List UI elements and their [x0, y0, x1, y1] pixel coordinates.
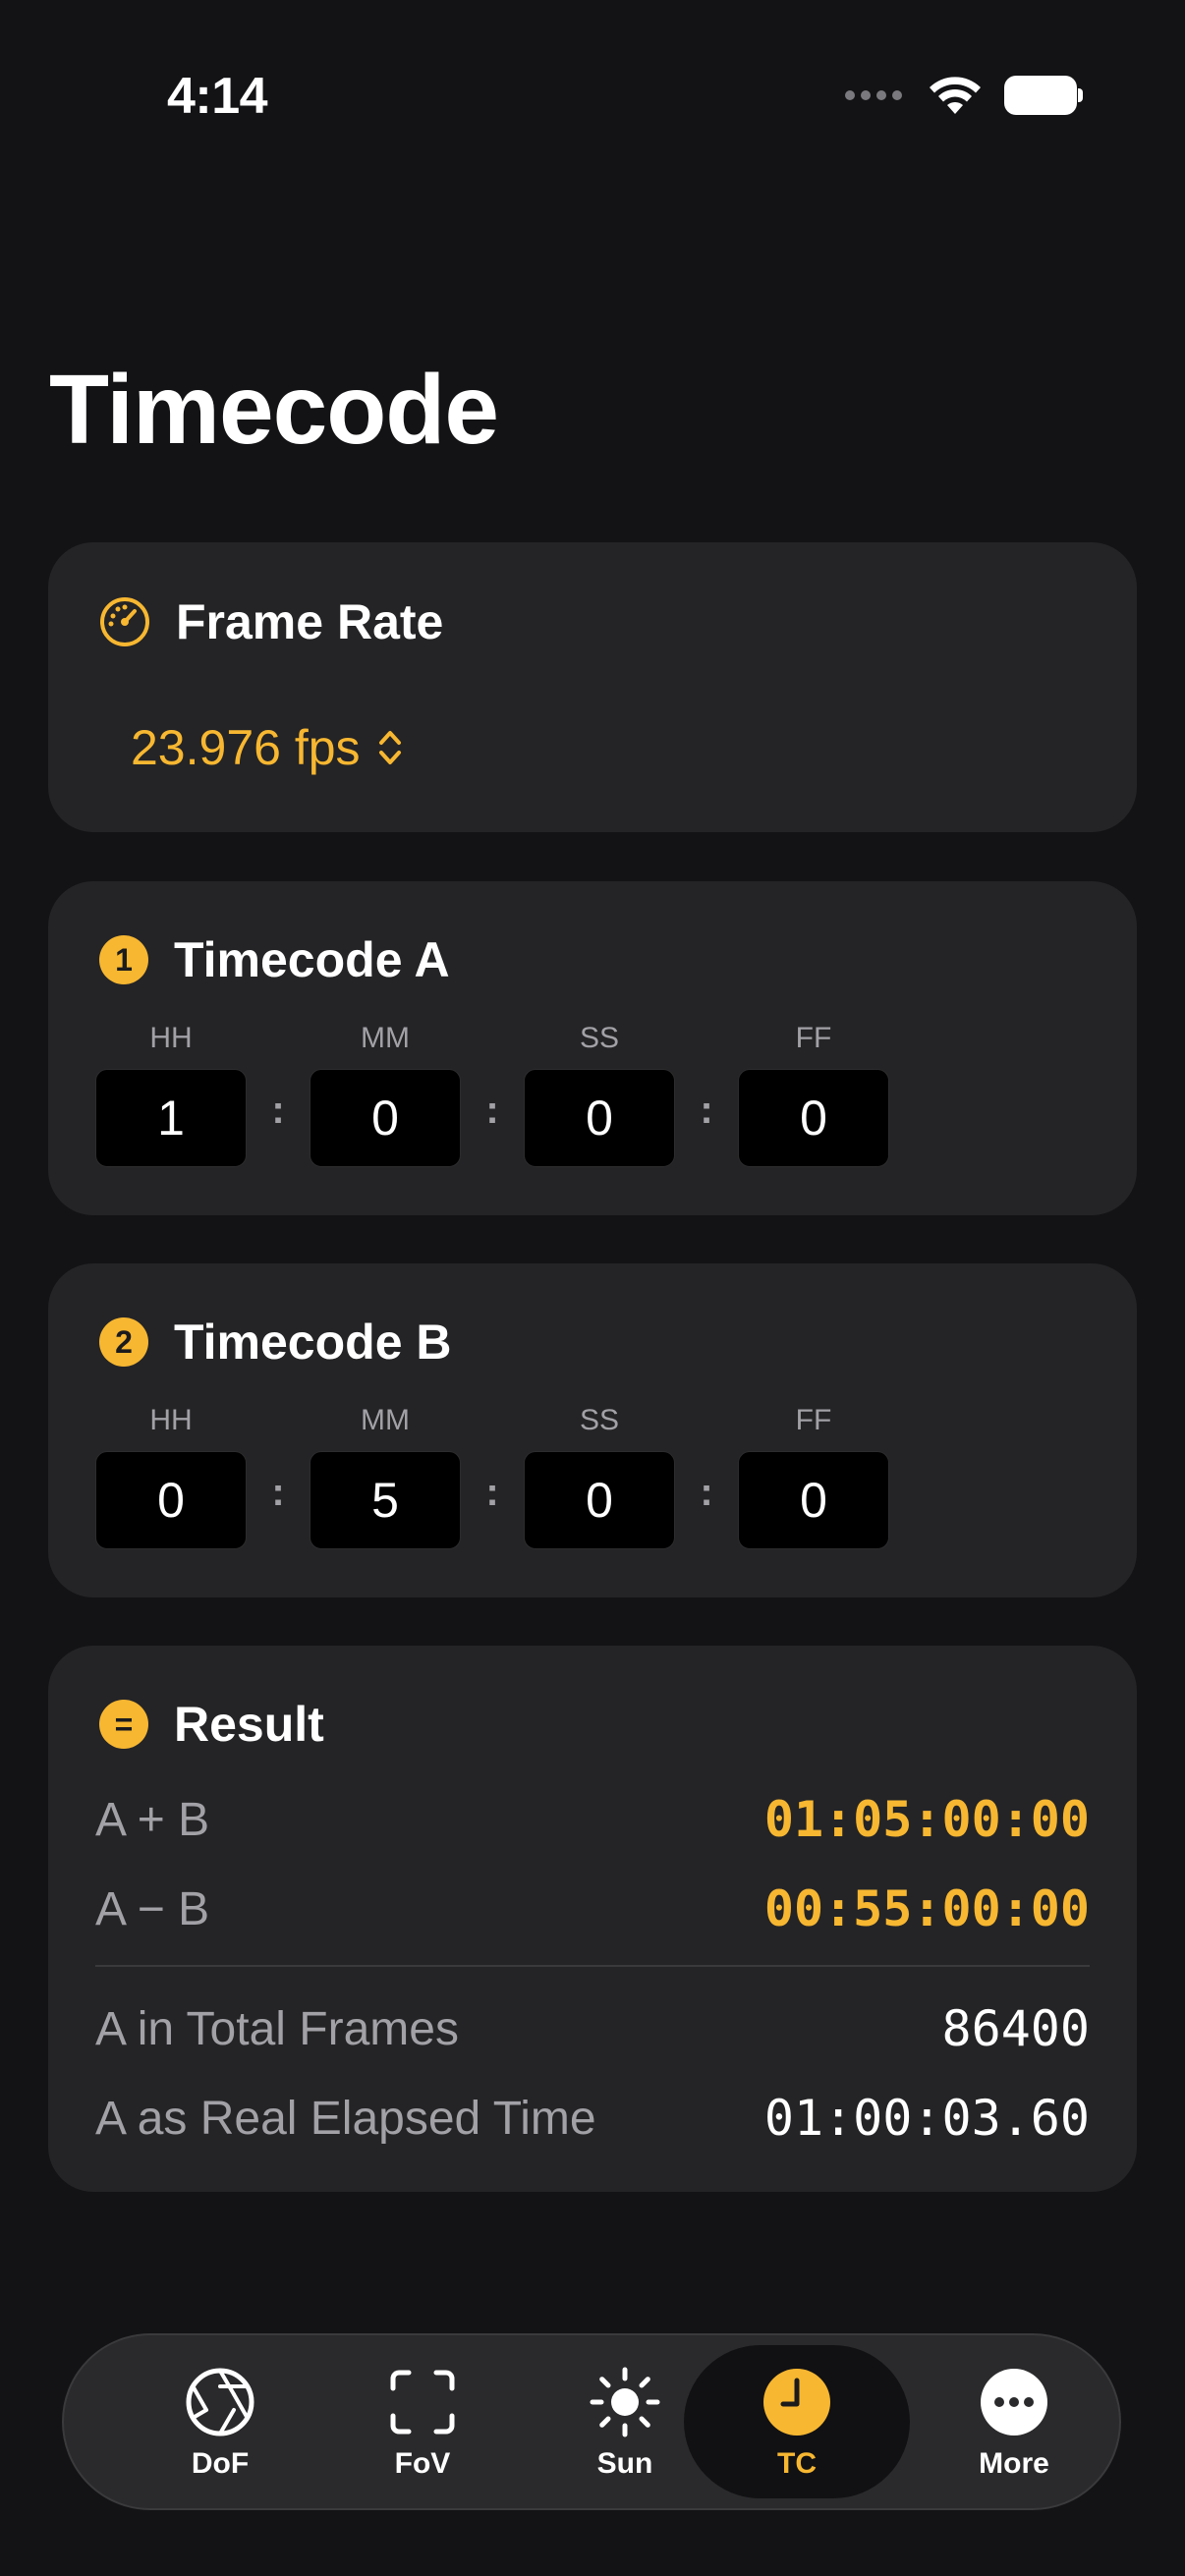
- result-card: = Result A + B 01:05:00:00 A − B 00:55:0…: [48, 1646, 1137, 2192]
- tab-label: DoF: [191, 2447, 250, 2480]
- sun-icon: [590, 2367, 660, 2437]
- gauge-icon: [100, 597, 149, 646]
- number-one-badge-icon: 1: [99, 935, 148, 984]
- tab-bar: DoF FoV Sun TC More: [62, 2333, 1121, 2510]
- result-label: A as Real Elapsed Time: [95, 2092, 596, 2145]
- timecode-b-mm-input[interactable]: 5: [310, 1451, 461, 1549]
- timecode-b-ss: SS 0: [524, 1404, 675, 1549]
- tab-fov[interactable]: FoV: [321, 2345, 524, 2498]
- cellular-signal-icon: [845, 90, 902, 100]
- timecode-a-ss-input[interactable]: 0: [524, 1069, 675, 1167]
- tab-label: More: [979, 2447, 1049, 2480]
- tab-more[interactable]: More: [913, 2345, 1115, 2498]
- timecode-b-hh: HH 0: [95, 1404, 247, 1549]
- result-value: 00:55:00:00: [763, 1880, 1090, 1937]
- field-label: HH: [149, 1022, 193, 1054]
- frame-rate-value: 23.976 fps: [131, 720, 361, 775]
- timecode-b-mm: MM 5: [310, 1404, 461, 1549]
- timecode-a-ff: FF 0: [738, 1022, 889, 1167]
- battery-icon: [1004, 76, 1083, 115]
- frame-rate-picker[interactable]: 23.976 fps: [131, 719, 404, 776]
- timecode-b-ss-input[interactable]: 0: [524, 1451, 675, 1549]
- separator: :: [271, 1088, 285, 1132]
- result-row-total-frames: A in Total Frames 86400: [95, 2000, 1090, 2057]
- timecode-a-header: 1 Timecode A: [99, 931, 450, 988]
- timecode-b-hh-input[interactable]: 0: [95, 1451, 247, 1549]
- result-header: = Result: [99, 1696, 324, 1753]
- field-label: SS: [579, 1022, 620, 1054]
- result-row-elapsed-time: A as Real Elapsed Time 01:00:03.60: [95, 2090, 1090, 2147]
- timecode-a-ff-input[interactable]: 0: [738, 1069, 889, 1167]
- number-two-badge-icon: 2: [99, 1317, 148, 1367]
- separator: :: [700, 1088, 713, 1132]
- tab-label: FoV: [394, 2447, 451, 2480]
- timecode-a-mm: MM 0: [310, 1022, 461, 1167]
- field-label: SS: [579, 1404, 620, 1436]
- field-label: FF: [795, 1022, 832, 1054]
- chevron-up-down-icon: [378, 731, 401, 764]
- tab-tc[interactable]: TC: [684, 2345, 910, 2498]
- timecode-b-ff-input[interactable]: 0: [738, 1451, 889, 1549]
- result-value: 01:05:00:00: [763, 1791, 1090, 1848]
- clock-icon: [763, 2369, 830, 2436]
- timecode-a-hh-input[interactable]: 1: [95, 1069, 247, 1167]
- timecode-a-ss: SS 0: [524, 1022, 675, 1167]
- result-divider: [95, 1965, 1090, 1967]
- timecode-b-card: 2 Timecode B HH 0 : MM 5 : SS 0 : FF 0: [48, 1263, 1137, 1597]
- result-row-sum: A + B 01:05:00:00: [95, 1791, 1090, 1848]
- wifi-icon: [930, 77, 981, 114]
- result-value: 01:00:03.60: [763, 2090, 1090, 2147]
- separator: :: [700, 1470, 713, 1514]
- field-label: HH: [149, 1404, 193, 1436]
- timecode-a-mm-input[interactable]: 0: [310, 1069, 461, 1167]
- separator: :: [485, 1470, 499, 1514]
- frame-rate-title: Frame Rate: [176, 594, 444, 649]
- frame-rate-header: Frame Rate: [99, 593, 443, 650]
- timecode-a-title: Timecode A: [174, 932, 450, 987]
- ellipsis-icon: [981, 2369, 1047, 2436]
- timecode-b-fields: HH 0 : MM 5 : SS 0 : FF 0: [95, 1404, 889, 1549]
- frame-rate-card: Frame Rate 23.976 fps: [48, 542, 1137, 832]
- field-label: MM: [361, 1404, 410, 1436]
- result-value: 86400: [941, 2000, 1090, 2057]
- status-icons: [845, 71, 1083, 120]
- result-row-difference: A − B 00:55:00:00: [95, 1880, 1090, 1937]
- timecode-a-fields: HH 1 : MM 0 : SS 0 : FF 0: [95, 1022, 889, 1167]
- result-label: A in Total Frames: [95, 2002, 459, 2055]
- result-label: A + B: [95, 1793, 210, 1846]
- tab-dof[interactable]: DoF: [119, 2345, 321, 2498]
- separator: :: [271, 1470, 285, 1514]
- timecode-b-title: Timecode B: [174, 1315, 452, 1370]
- separator: :: [485, 1088, 499, 1132]
- aperture-icon: [186, 2368, 254, 2436]
- equals-badge-icon: =: [99, 1700, 148, 1749]
- result-label: A − B: [95, 1882, 210, 1935]
- timecode-a-card: 1 Timecode A HH 1 : MM 0 : SS 0 : FF 0: [48, 881, 1137, 1215]
- page-title: Timecode: [49, 355, 499, 465]
- viewfinder-icon: [390, 2370, 455, 2435]
- field-label: MM: [361, 1022, 410, 1054]
- tab-label: Sun: [596, 2447, 653, 2480]
- timecode-b-ff: FF 0: [738, 1404, 889, 1549]
- status-time: 4:14: [167, 68, 268, 125]
- timecode-a-hh: HH 1: [95, 1022, 247, 1167]
- tab-label: TC: [777, 2447, 817, 2480]
- result-title: Result: [174, 1697, 324, 1752]
- timecode-b-header: 2 Timecode B: [99, 1314, 452, 1371]
- field-label: FF: [795, 1404, 832, 1436]
